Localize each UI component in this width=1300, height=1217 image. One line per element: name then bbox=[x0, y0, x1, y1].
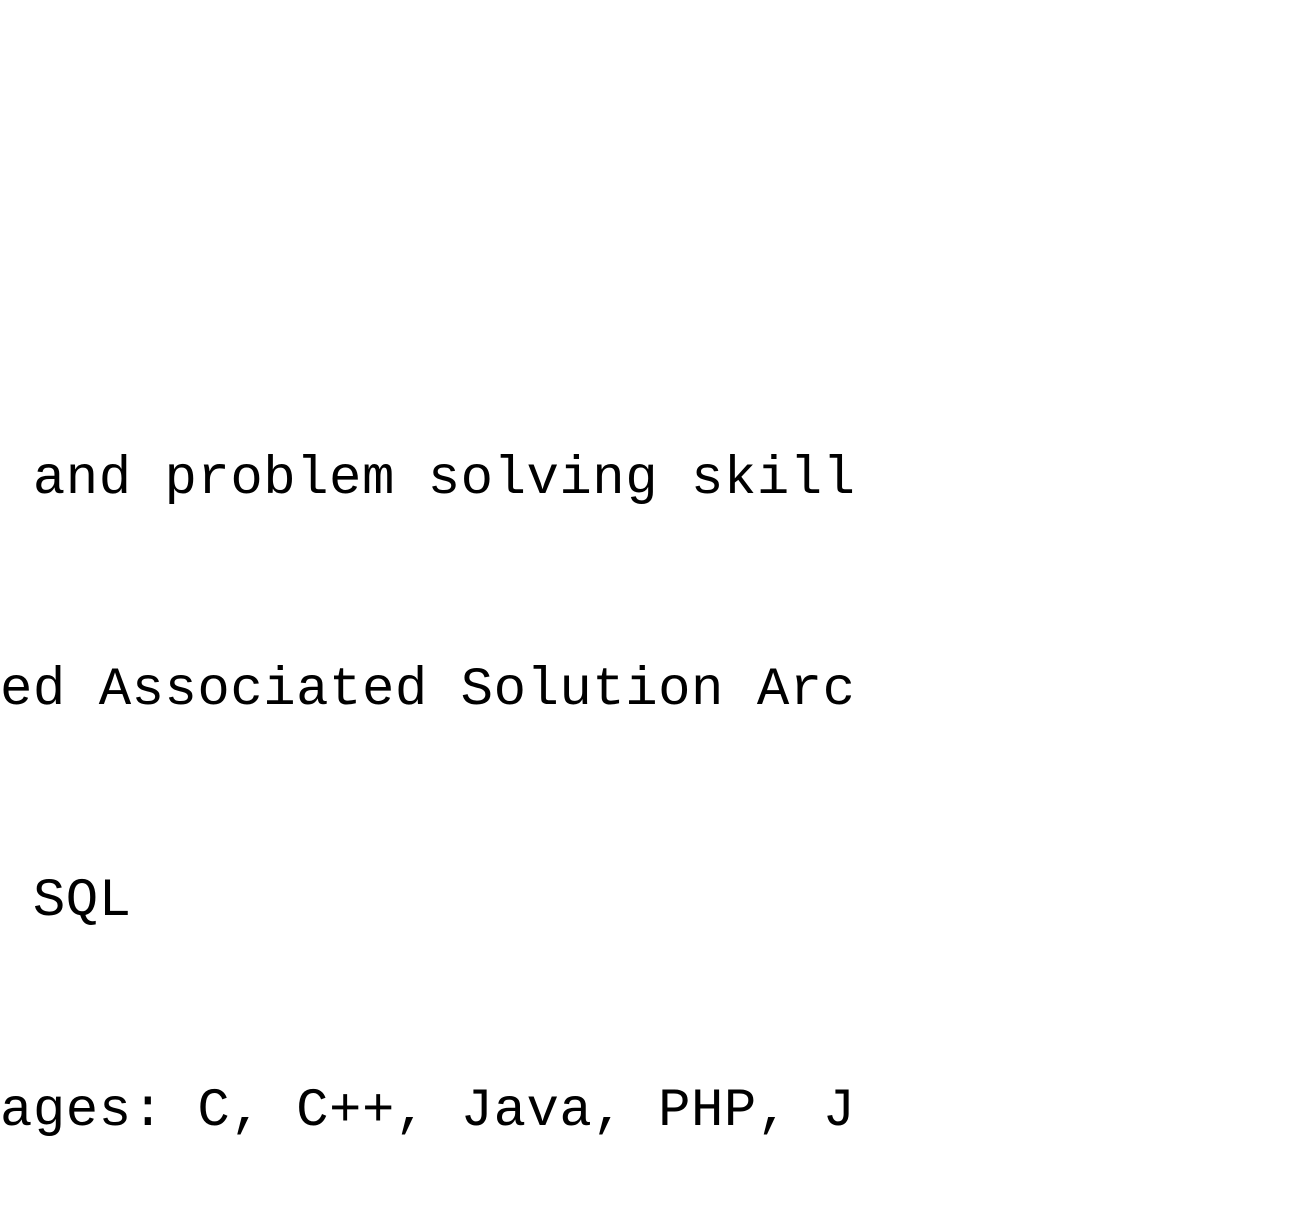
text-line-2: ed Associated Solution Arc bbox=[0, 656, 856, 726]
text-line-4: ages: C, C++, Java, PHP, J bbox=[0, 1077, 856, 1147]
text-line-1: and problem solving skill bbox=[0, 445, 856, 515]
text-line-3: SQL bbox=[0, 867, 856, 937]
document-text-block: and problem solving skill ed Associated … bbox=[0, 305, 856, 1217]
